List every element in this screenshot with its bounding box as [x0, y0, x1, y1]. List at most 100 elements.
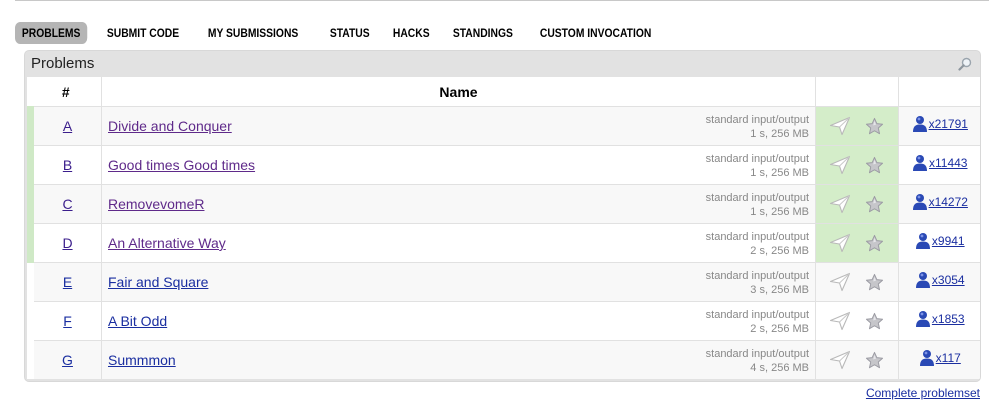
- menu-submit-code[interactable]: SUBMIT CODE: [100, 22, 186, 44]
- solved-count-link[interactable]: x3054: [932, 273, 965, 287]
- solved-count: x21791: [912, 115, 968, 133]
- problem-row: D An Alternative Way standard input/outp…: [27, 223, 980, 263]
- star-icon[interactable]: [865, 156, 884, 175]
- problem-index-link[interactable]: F: [63, 313, 72, 329]
- submit-icon[interactable]: [829, 155, 851, 175]
- problem-solved-cell: x21791: [898, 106, 980, 146]
- solved-count-link[interactable]: x21791: [929, 117, 968, 131]
- box-title: Problems: [31, 55, 95, 72]
- problem-name-link[interactable]: Good times Good times: [108, 157, 255, 173]
- problem-row: E Fair and Square standard input/output …: [27, 262, 980, 302]
- problem-name-cell: Good times Good times standard input/out…: [101, 145, 816, 185]
- solved-count: x117: [919, 349, 961, 367]
- problem-time-memory: 3 s, 256 MB: [750, 284, 809, 296]
- star-icon[interactable]: [865, 195, 884, 214]
- problem-row: F A Bit Odd standard input/output 2 s, 2…: [27, 301, 980, 341]
- submit-icon[interactable]: [829, 272, 851, 292]
- user-icon: [912, 193, 927, 210]
- problem-index-link[interactable]: G: [62, 352, 73, 368]
- problem-name-link[interactable]: RemovevomeR: [108, 196, 204, 212]
- solved-count: x14272: [912, 193, 968, 211]
- problem-name-cell: Divide and Conquer standard input/output…: [101, 106, 816, 146]
- problem-index-link[interactable]: C: [62, 196, 72, 212]
- problem-io: standard input/output: [705, 192, 809, 204]
- problem-limits: standard input/output 4 s, 256 MB: [706, 347, 809, 375]
- menu-hacks[interactable]: HACKS: [386, 22, 436, 44]
- submit-icon[interactable]: [829, 350, 851, 370]
- solved-count: x11443: [912, 154, 967, 172]
- problem-solved-cell: x3054: [898, 262, 980, 302]
- problem-name-link[interactable]: An Alternative Way: [108, 235, 226, 251]
- problem-index-cell: G: [27, 340, 102, 379]
- problem-time-memory: 1 s, 256 MB: [750, 206, 809, 218]
- star-icon[interactable]: [865, 234, 884, 253]
- menu-status[interactable]: STATUS: [323, 22, 377, 44]
- star-icon[interactable]: [865, 312, 884, 331]
- problem-solved-cell: x9941: [898, 223, 980, 263]
- problem-row: G Summmon standard input/output 4 s, 256…: [27, 340, 980, 379]
- problem-index-cell: A: [27, 106, 102, 146]
- problem-time-memory: 4 s, 256 MB: [750, 362, 809, 374]
- solved-count: x9941: [915, 232, 965, 250]
- magnifier-icon[interactable]: [958, 57, 972, 71]
- table-header-row: # Name: [30, 77, 980, 107]
- solved-count-link[interactable]: x11443: [929, 156, 967, 170]
- problem-io: standard input/output: [705, 309, 809, 321]
- header-name: Name: [101, 77, 816, 107]
- submit-icon[interactable]: [829, 194, 851, 214]
- solved-count-link[interactable]: x1853: [932, 312, 965, 326]
- problem-index-link[interactable]: B: [63, 157, 72, 173]
- problem-limits: standard input/output 2 s, 256 MB: [706, 230, 809, 258]
- problem-time-memory: 2 s, 256 MB: [750, 323, 809, 335]
- user-icon: [915, 271, 930, 288]
- problem-name-cell: RemovevomeR standard input/output 1 s, 2…: [101, 184, 816, 224]
- user-icon: [915, 310, 930, 327]
- problem-time-memory: 1 s, 256 MB: [750, 128, 809, 140]
- submit-icon[interactable]: [829, 233, 851, 253]
- submit-icon[interactable]: [829, 311, 851, 331]
- problem-name-link[interactable]: A Bit Odd: [108, 313, 167, 329]
- submit-icon[interactable]: [829, 116, 851, 136]
- problem-index-link[interactable]: D: [62, 235, 72, 251]
- problem-io: standard input/output: [705, 114, 809, 126]
- problem-actions-cell: [815, 301, 899, 341]
- problem-index-link[interactable]: A: [63, 118, 72, 134]
- menu-problems[interactable]: PROBLEMS: [15, 22, 88, 44]
- problem-time-memory: 2 s, 256 MB: [750, 245, 809, 257]
- star-icon[interactable]: [865, 273, 884, 292]
- problem-limits: standard input/output 3 s, 256 MB: [706, 269, 809, 297]
- solved-count: x1853: [915, 310, 965, 328]
- problem-io: standard input/output: [705, 348, 809, 360]
- problem-solved-cell: x1853: [898, 301, 980, 341]
- problem-name-link[interactable]: Divide and Conquer: [108, 118, 232, 134]
- solved-count-link[interactable]: x14272: [929, 195, 968, 209]
- problems-table: # Name A Divide and Conquer standard inp…: [27, 77, 980, 379]
- problems-box: Problems # Name A Divide and Conquer sta…: [24, 50, 981, 382]
- header-index: #: [30, 77, 102, 107]
- problem-row: B Good times Good times standard input/o…: [27, 145, 980, 185]
- problem-index-cell: D: [27, 223, 102, 263]
- complete-problemset-link[interactable]: Complete problemset: [866, 386, 980, 400]
- problem-index-cell: B: [27, 145, 102, 185]
- problem-row: A Divide and Conquer standard input/outp…: [27, 106, 980, 146]
- problem-index-cell: E: [27, 262, 102, 302]
- header-solved: [898, 77, 980, 107]
- menu-standings[interactable]: STANDINGS: [446, 22, 520, 44]
- problem-name-cell: A Bit Odd standard input/output 2 s, 256…: [101, 301, 816, 341]
- problem-index-link[interactable]: E: [63, 274, 72, 290]
- star-icon[interactable]: [865, 351, 884, 370]
- solved-count-link[interactable]: x117: [936, 351, 961, 365]
- header-actions: [815, 77, 899, 107]
- problem-limits: standard input/output 1 s, 256 MB: [706, 191, 809, 219]
- problem-name-cell: Summmon standard input/output 4 s, 256 M…: [101, 340, 816, 379]
- problem-name-link[interactable]: Summmon: [108, 352, 176, 368]
- problem-io: standard input/output: [705, 153, 809, 165]
- problem-solved-cell: x117: [898, 340, 980, 379]
- menu-custom-invocation[interactable]: CUSTOM INVOCATION: [533, 22, 658, 44]
- problem-name-link[interactable]: Fair and Square: [108, 274, 208, 290]
- problem-actions-cell: [815, 262, 899, 302]
- solved-count-link[interactable]: x9941: [932, 234, 965, 248]
- star-icon[interactable]: [865, 117, 884, 136]
- problem-index-cell: F: [27, 301, 102, 341]
- menu-my-submissions[interactable]: MY SUBMISSIONS: [201, 22, 305, 44]
